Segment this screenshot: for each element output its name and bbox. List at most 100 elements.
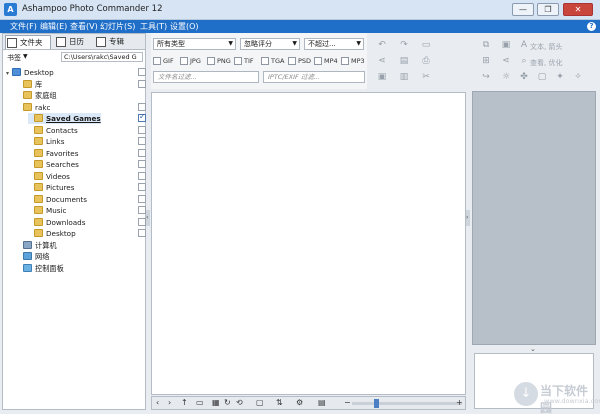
iptc-filter-input[interactable]: IPTC/EXIF 过滤... (263, 71, 365, 83)
text-icon[interactable]: A (518, 39, 530, 51)
close-button[interactable]: ✕ (563, 3, 593, 16)
delete-icon[interactable]: ▥ (398, 71, 410, 83)
path-field[interactable]: C:\Users\rakc\Saved G (61, 52, 143, 62)
menu-file[interactable]: 文件(F) (10, 21, 37, 32)
menu-tools[interactable]: 工具(T) (140, 21, 167, 32)
folder-checkbox[interactable] (138, 217, 146, 226)
folder-checkbox[interactable] (138, 79, 146, 88)
zoom-slider-handle[interactable] (374, 399, 379, 408)
zoom-slider[interactable] (352, 402, 462, 405)
menu-view[interactable]: 查看(V) (70, 21, 98, 32)
tree-item[interactable]: ▾ Desktop (6, 67, 54, 78)
undo-icon[interactable]: ↶ (376, 39, 388, 51)
share-icon[interactable]: ⋖ (500, 55, 512, 67)
menu-edit[interactable]: 编辑(E) (40, 21, 67, 32)
layout-icon[interactable]: ▤ (318, 397, 326, 409)
tree-item[interactable]: Downloads (28, 217, 85, 228)
zoom-out-icon[interactable]: − (344, 397, 351, 409)
share-icon[interactable]: ⋖ (376, 55, 388, 67)
folder-checkbox[interactable] (138, 68, 146, 76)
brightness-icon[interactable]: ☼ (500, 71, 512, 83)
left-splitter-toggle[interactable]: ‹ (146, 210, 150, 226)
file-type-checkbox[interactable]: TGA (261, 57, 284, 65)
file-type-checkbox[interactable]: PSD (288, 57, 311, 65)
bookmark-dropdown-icon[interactable]: ▼ (23, 53, 28, 60)
cut-icon[interactable]: ✂ (420, 71, 432, 83)
text-arrow-label[interactable]: 文本, 箭头 (530, 42, 562, 52)
view-optimize-label[interactable]: 查看, 优化 (530, 58, 562, 68)
date-filter-select[interactable]: 不超过... ▼ (304, 38, 364, 50)
checkbox-box[interactable] (153, 57, 161, 65)
sort-icon[interactable]: ⇅ (276, 397, 283, 409)
rotate-icon[interactable]: ⟲ (236, 397, 243, 409)
tree-item[interactable]: 网络 (17, 251, 49, 262)
forward-icon[interactable]: › (168, 397, 171, 409)
folder-checkbox[interactable] (138, 137, 146, 145)
folder-checkbox[interactable] (138, 112, 146, 122)
document-icon[interactable]: ▤ (398, 55, 410, 67)
up-icon[interactable]: ↑ (181, 397, 188, 409)
bookmark-label[interactable]: 书签 (7, 53, 21, 63)
gear-icon[interactable]: ⚙ (296, 397, 303, 409)
tree-item[interactable]: Saved Games (28, 113, 101, 124)
thumbnail-area[interactable] (151, 92, 466, 395)
effect-icon[interactable]: ✦ (554, 71, 566, 83)
file-type-checkbox[interactable]: PNG (207, 57, 231, 65)
checkbox-box[interactable] (261, 57, 269, 65)
folder-checkbox[interactable] (138, 102, 146, 111)
color-icon[interactable]: ✤ (518, 71, 530, 83)
tree-item[interactable]: Videos (28, 171, 70, 182)
menu-slideshow[interactable]: 幻灯片(S) (100, 21, 135, 32)
help-icon[interactable]: ? (587, 22, 596, 31)
tree-item[interactable]: Music (28, 205, 66, 216)
frame-icon[interactable]: ▢ (536, 71, 548, 83)
file-type-checkbox[interactable]: TIF (234, 57, 254, 65)
folder-checkbox[interactable] (138, 148, 146, 157)
view-mode-icon[interactable]: ▭ (196, 397, 204, 409)
checkbox-box[interactable] (180, 57, 188, 65)
folder-checkbox[interactable] (138, 171, 146, 180)
file-type-checkbox[interactable]: MP4 (314, 57, 338, 65)
folder-checkbox[interactable] (138, 125, 146, 134)
monitor-icon[interactable]: ▭ (420, 39, 432, 51)
tab-calendar[interactable]: 日历 (55, 35, 93, 49)
search-icon[interactable]: ⌕ (518, 55, 530, 67)
chevron-down-icon[interactable]: ⌄ (530, 345, 536, 353)
checkbox-box[interactable] (207, 57, 215, 65)
tree-item[interactable]: Searches (28, 159, 79, 170)
tab-albums[interactable]: 专辑 (95, 35, 135, 49)
tab-folders[interactable]: 文件夹 (5, 35, 51, 49)
back-icon[interactable]: ‹ (156, 397, 159, 409)
tree-item[interactable]: Contacts (28, 125, 78, 136)
zoom-in-icon[interactable]: + (456, 397, 463, 409)
tree-item[interactable]: Documents (28, 194, 87, 205)
rating-filter-select[interactable]: 忽略评分 ▼ (240, 38, 300, 50)
tree-item[interactable]: Links (28, 136, 64, 147)
checkbox-box[interactable] (341, 57, 349, 65)
tree-item[interactable]: 库 (17, 79, 42, 90)
crop-icon[interactable]: ⊞ (480, 55, 492, 67)
tree-item[interactable]: 控制面板 (17, 263, 64, 274)
folder-checkbox[interactable] (138, 206, 146, 214)
folder-checkbox[interactable] (138, 160, 146, 168)
select-icon[interactable]: ▢ (256, 397, 264, 409)
folder-checkbox[interactable] (138, 194, 146, 203)
refresh-icon[interactable]: ↻ (224, 397, 231, 409)
copy-icon[interactable]: ⧉ (480, 39, 492, 51)
tree-item[interactable]: Desktop (28, 228, 76, 239)
tree-item[interactable]: Pictures (28, 182, 74, 193)
tree-item[interactable]: 家庭组 (17, 90, 57, 101)
filename-filter-input[interactable]: 文件名过滤... (153, 71, 259, 83)
maximize-button[interactable]: ❐ (537, 3, 559, 16)
tree-item[interactable]: Favorites (28, 148, 78, 159)
redo-icon[interactable]: ↷ (398, 39, 410, 51)
redo-icon[interactable]: ↪ (480, 71, 492, 83)
tree-item[interactable]: rakc (17, 102, 50, 113)
type-filter-select[interactable]: 所有类型 ▼ (153, 38, 236, 50)
tree-item[interactable]: 计算机 (17, 240, 57, 251)
file-type-checkbox[interactable]: GIF (153, 57, 174, 65)
print-icon[interactable]: ⎙ (420, 55, 432, 67)
checkbox-box[interactable] (234, 57, 242, 65)
stamp-icon[interactable]: ✧ (572, 71, 584, 83)
image-icon[interactable]: ▣ (500, 39, 512, 51)
